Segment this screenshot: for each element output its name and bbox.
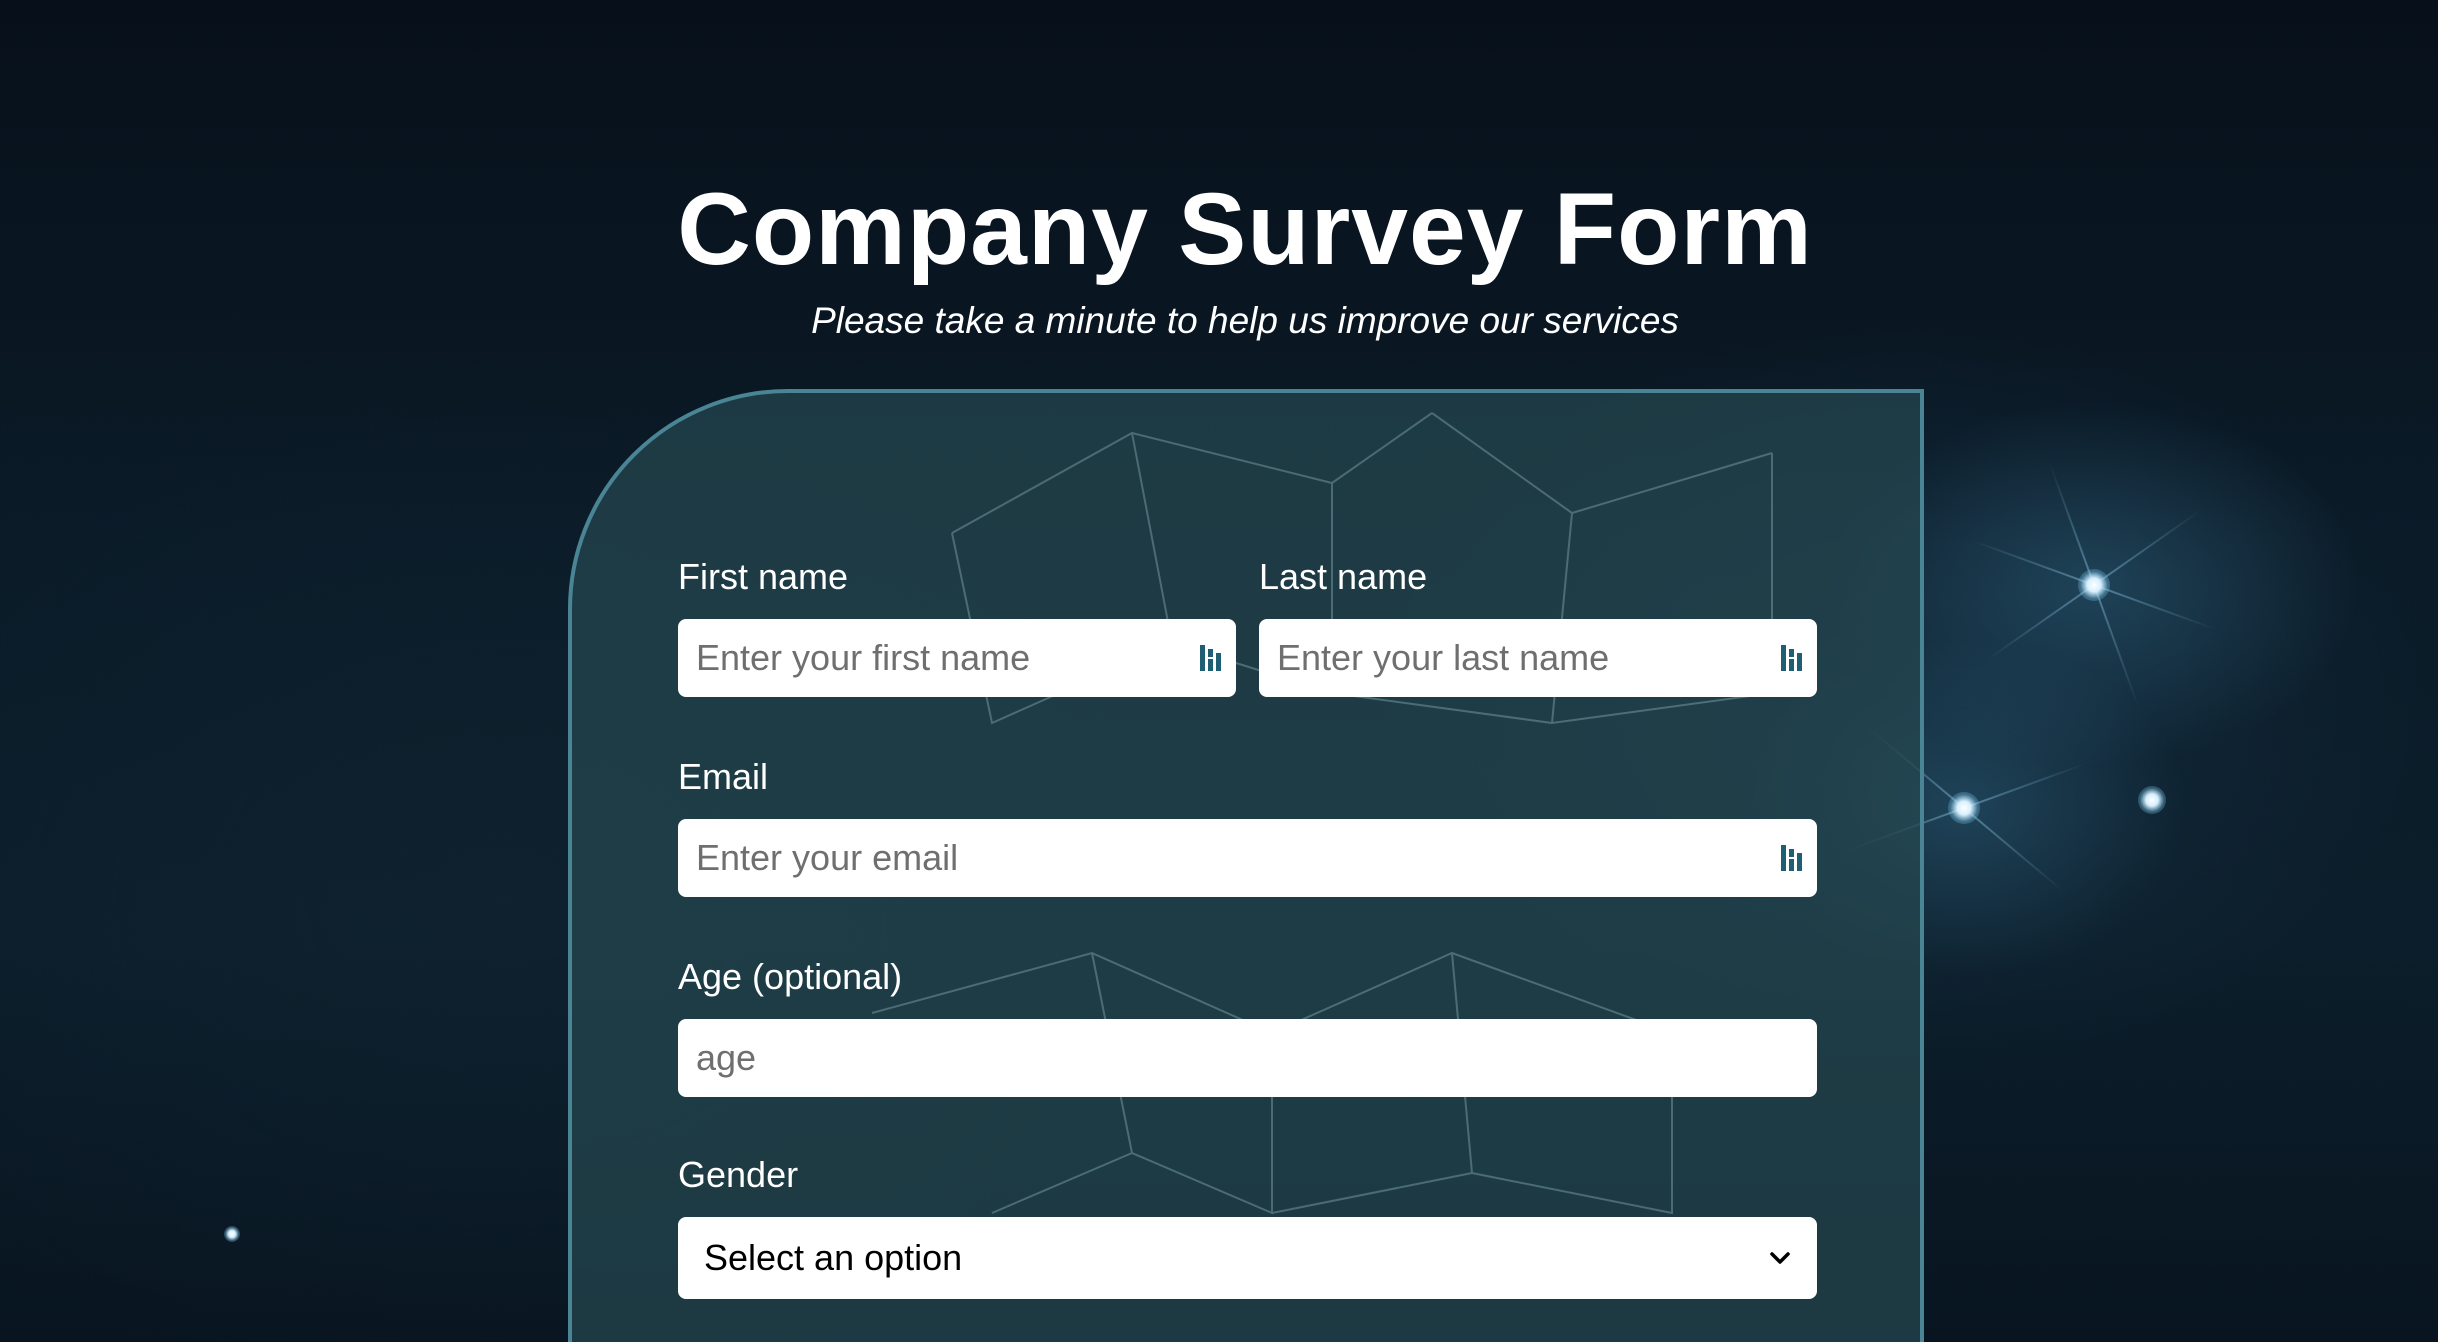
email-label: Email xyxy=(678,756,769,797)
age-label: Age (optional) xyxy=(678,956,903,997)
first-name-input[interactable] xyxy=(678,619,1236,697)
first-name-label: First name xyxy=(678,556,849,597)
password-manager-icon[interactable] xyxy=(1780,643,1804,673)
page-title: Company Survey Form xyxy=(677,172,1813,286)
chevron-down-icon xyxy=(1770,1252,1790,1264)
email-input[interactable] xyxy=(678,819,1817,897)
light-glint xyxy=(2078,569,2110,601)
password-manager-icon[interactable] xyxy=(1199,643,1223,673)
gender-label: Gender xyxy=(678,1154,799,1195)
light-glint xyxy=(224,1226,240,1242)
light-glint xyxy=(2138,786,2166,814)
last-name-input[interactable] xyxy=(1259,619,1817,697)
page-subtitle: Please take a minute to help us improve … xyxy=(811,300,1679,341)
age-input[interactable] xyxy=(678,1019,1817,1097)
password-manager-icon[interactable] xyxy=(1780,843,1804,873)
page-header: Company Survey Form Please take a minute… xyxy=(0,170,2438,344)
last-name-label: Last name xyxy=(1259,556,1428,597)
light-glint xyxy=(1948,792,1980,824)
gender-select-value: Select an option xyxy=(704,1237,963,1278)
survey-form: First name Last name Email Age (optional… xyxy=(568,389,1924,1342)
gender-select[interactable]: Select an option xyxy=(678,1217,1817,1299)
